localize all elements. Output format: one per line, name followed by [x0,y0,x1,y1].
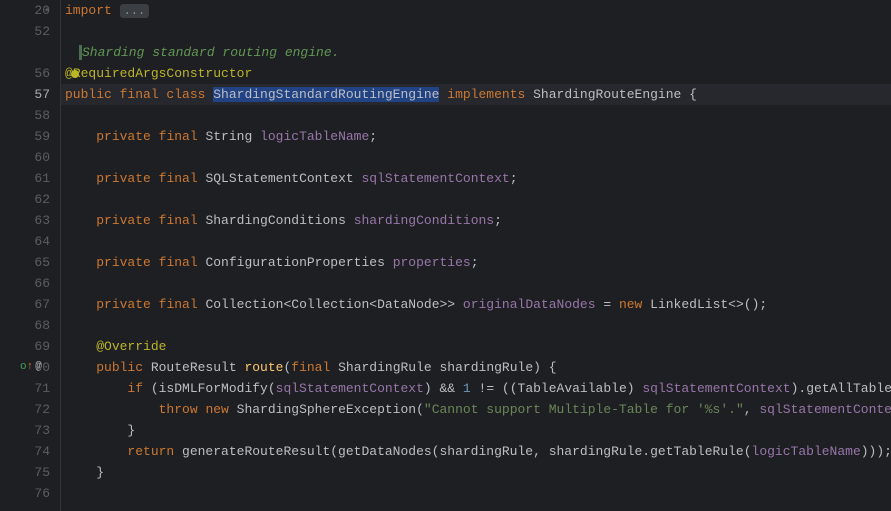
code-line[interactable]: private final ConfigurationProperties pr… [61,252,891,273]
line-number: ›20 [0,0,50,21]
code-line[interactable] [61,189,891,210]
line-number: 62 [0,189,50,210]
line-number: 69 [0,336,50,357]
line-number [0,42,50,63]
code-line[interactable]: if (isDMLForModify(sqlStatementContext) … [61,378,891,399]
gutter: ›20 52 56 57 58 59 60 61 62 63 64 65 66 … [0,0,60,511]
code-editor[interactable]: ›20 52 56 57 58 59 60 61 62 63 64 65 66 … [0,0,891,511]
code-line[interactable] [61,483,891,504]
code-line[interactable] [61,231,891,252]
line-number: 57 [0,84,50,105]
line-number: 76 [0,483,50,504]
fold-placeholder[interactable]: ... [120,4,150,18]
code-line[interactable]: } [61,462,891,483]
code-line[interactable]: public final class ShardingStandardRouti… [61,84,891,105]
code-line[interactable]: @RequiredArgsConstructor [61,63,891,84]
line-number: 52 [0,21,50,42]
line-number: 64 [0,231,50,252]
line-number: 73 [0,420,50,441]
line-number: 75 [0,462,50,483]
code-content[interactable]: import ... Sharding standard routing eng… [60,0,891,511]
fold-arrow-icon[interactable]: › [44,0,50,21]
code-line[interactable]: return generateRouteResult(getDataNodes(… [61,441,891,462]
line-number: o↑@70 [0,357,50,378]
line-number: 74 [0,441,50,462]
override-gutter-icon[interactable]: o↑@ [20,357,42,378]
code-line[interactable]: private final ShardingConditions shardin… [61,210,891,231]
code-line[interactable]: import ... [61,0,891,21]
code-line[interactable]: Sharding standard routing engine. [61,42,891,63]
line-number: 71 [0,378,50,399]
code-line[interactable]: @Override [61,336,891,357]
code-line[interactable]: public RouteResult route(final ShardingR… [61,357,891,378]
code-line[interactable]: throw new ShardingSphereException("Canno… [61,399,891,420]
code-line[interactable] [61,21,891,42]
code-line[interactable]: private final SQLStatementContext sqlSta… [61,168,891,189]
line-number: 59 [0,126,50,147]
lombok-icon [71,70,79,78]
code-line[interactable] [61,147,891,168]
javadoc-text: Sharding standard routing engine. [82,45,339,60]
code-line[interactable] [61,105,891,126]
selection: ShardingStandardRoutingEngine [213,87,439,102]
code-line[interactable] [61,315,891,336]
line-number: 61 [0,168,50,189]
line-number: 72 [0,399,50,420]
code-line[interactable]: private final Collection<Collection<Data… [61,294,891,315]
line-number: 65 [0,252,50,273]
code-line[interactable] [61,273,891,294]
code-line[interactable]: } [61,420,891,441]
line-number: 66 [0,273,50,294]
line-number: 56 [0,63,50,84]
code-line[interactable]: private final String logicTableName; [61,126,891,147]
line-number: 58 [0,105,50,126]
line-number: 63 [0,210,50,231]
line-number: 60 [0,147,50,168]
line-number: 68 [0,315,50,336]
line-number: 67 [0,294,50,315]
